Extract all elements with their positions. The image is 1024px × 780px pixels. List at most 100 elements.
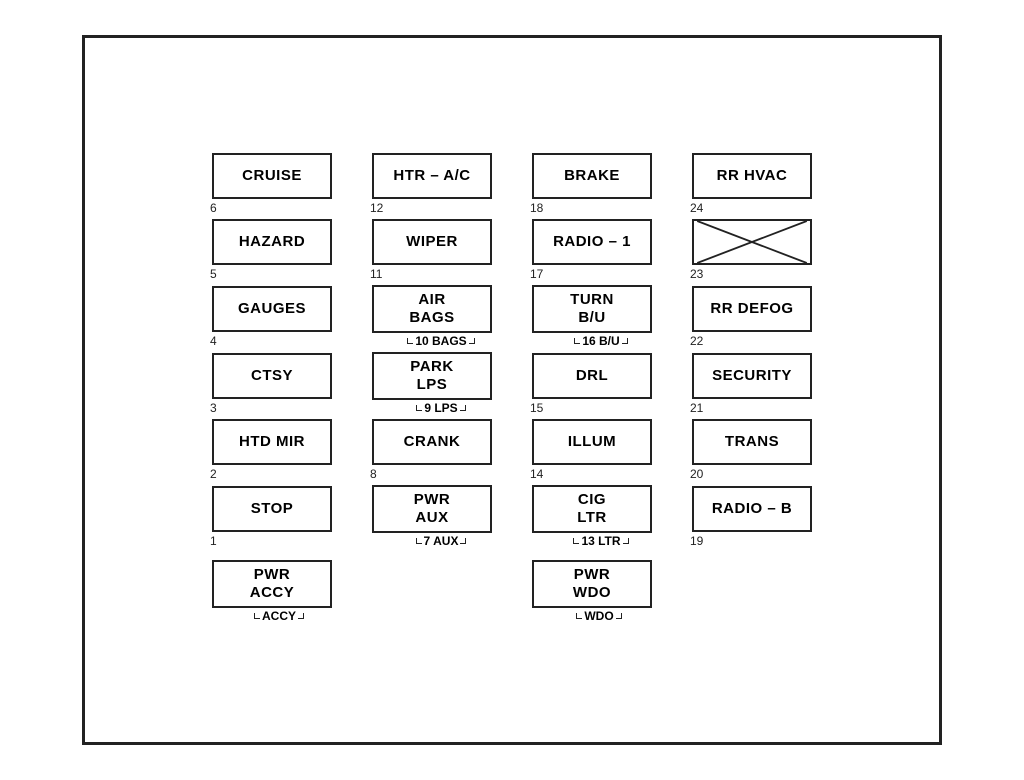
fuse-row-3: GAUGES 4 AIRBAGS 10 BAGS TURNB/U — [125, 285, 899, 352]
fuse-box-cigltr: CIGLTR — [532, 485, 652, 533]
fuse-label-wiper: WIPER — [406, 233, 458, 251]
fuse-label-drl: DRL — [576, 367, 608, 385]
fuse-number-stop: 1 — [192, 534, 217, 548]
fuse-label-security: SECURITY — [712, 367, 792, 385]
fuse-label-crank: CRANK — [404, 433, 461, 451]
fuse-box-park: PARKLPS — [372, 352, 492, 400]
fuse-label-park: PARKLPS — [410, 358, 453, 394]
fuse-number-cigltr: 13 LTR — [581, 534, 620, 548]
bracket-left-turn — [574, 338, 580, 344]
fuse-number-cruise: 6 — [192, 201, 217, 215]
bracket-left-cigltr — [573, 538, 579, 544]
fuse-box-airbags: AIRBAGS — [372, 285, 492, 333]
fuse-label-turn: TURNB/U — [570, 291, 614, 327]
fuse-number-rrdefog: 22 — [672, 334, 703, 348]
fuse-panel-diagram: CRUISE 6 HTR – A/C 12 BRAKE 18 RR HVAC — [82, 35, 942, 745]
fuse-cell-pwrwdo: PWRWDO WDO — [512, 560, 672, 623]
fuse-cell-htdmir: HTD MIR 2 — [192, 419, 352, 481]
bracket-right-airbags — [469, 338, 475, 344]
bracket-left-pwrwdo — [576, 613, 582, 619]
fuse-number-rr-hvac: 24 — [672, 201, 703, 215]
fuse-number-radiob: 19 — [672, 534, 703, 548]
fuse-cell-gauges: GAUGES 4 — [192, 286, 352, 348]
bracket-left-pwraccy — [254, 613, 260, 619]
fuse-grid: CRUISE 6 HTR – A/C 12 BRAKE 18 RR HVAC — [125, 153, 899, 627]
fuse-number-ctsy: 3 — [192, 401, 217, 415]
fuse-label-radiob: RADIO – B — [712, 500, 792, 518]
bracket-left-pwraux — [416, 538, 422, 544]
fuse-cell-empty: 23 — [672, 219, 832, 281]
fuse-number-park: 9 LPS — [424, 401, 457, 415]
fuse-label-radio1: RADIO – 1 — [553, 233, 631, 251]
fuse-box-cruise: CRUISE — [212, 153, 332, 199]
fuse-number-htdmir: 2 — [192, 467, 217, 481]
fuse-label-htr-ac: HTR – A/C — [393, 167, 470, 185]
fuse-cell-brake: BRAKE 18 — [512, 153, 672, 215]
fuse-box-pwrwdo: PWRWDO — [532, 560, 652, 608]
fuse-row-2: HAZARD 5 WIPER 11 RADIO – 1 17 — [125, 219, 899, 285]
fuse-cell-airbags: AIRBAGS 10 BAGS — [352, 285, 512, 348]
fuse-cell-cigltr: CIGLTR 13 LTR — [512, 485, 672, 548]
fuse-label-rr-hvac: RR HVAC — [717, 167, 788, 185]
fuse-box-radiob: RADIO – B — [692, 486, 812, 532]
fuse-box-trans: TRANS — [692, 419, 812, 465]
fuse-label-htdmir: HTD MIR — [239, 433, 305, 451]
fuse-cell-park: PARKLPS 9 LPS — [352, 352, 512, 415]
bracket-right-turn — [622, 338, 628, 344]
fuse-label-cruise: CRUISE — [242, 167, 302, 185]
fuse-box-turn: TURNB/U — [532, 285, 652, 333]
fuse-number-illum: 14 — [512, 467, 543, 481]
fuse-label-stop: STOP — [251, 500, 294, 518]
bracket-right-pwraccy — [298, 613, 304, 619]
fuse-row-1: CRUISE 6 HTR – A/C 12 BRAKE 18 RR HVAC — [125, 153, 899, 219]
fuse-box-brake: BRAKE — [532, 153, 652, 199]
fuse-row-5: HTD MIR 2 CRANK 8 ILLUM 14 TRANS — [125, 419, 899, 485]
fuse-cell-htr-ac: HTR – A/C 12 — [352, 153, 512, 215]
fuse-row-4: CTSY 3 PARKLPS 9 LPS DRL 15 — [125, 352, 899, 419]
fuse-number-brake: 18 — [512, 201, 543, 215]
fuse-box-htdmir: HTD MIR — [212, 419, 332, 465]
fuse-cell-ctsy: CTSY 3 — [192, 353, 352, 415]
fuse-cell-radio1: RADIO – 1 17 — [512, 219, 672, 281]
fuse-box-rrdefog: RR DEFOG — [692, 286, 812, 332]
fuse-label-pwrwdo: PWRWDO — [573, 566, 611, 602]
bracket-left-airbags — [407, 338, 413, 344]
fuse-number-trans: 20 — [672, 467, 703, 481]
fuse-box-pwraccy: PWRACCY — [212, 560, 332, 608]
fuse-box-drl: DRL — [532, 353, 652, 399]
bracket-right-park — [460, 405, 466, 411]
fuse-label-pwraux: PWRAUX — [414, 491, 451, 527]
fuse-box-radio1: RADIO – 1 — [532, 219, 652, 265]
bracket-left-park — [416, 405, 422, 411]
fuse-cell-illum: ILLUM 14 — [512, 419, 672, 481]
fuse-number-pwraux: 7 AUX — [424, 534, 459, 548]
fuse-number-drl: 15 — [512, 401, 543, 415]
fuse-label-cigltr: CIGLTR — [577, 491, 607, 527]
bracket-right-cigltr — [623, 538, 629, 544]
fuse-box-gauges: GAUGES — [212, 286, 332, 332]
fuse-label-airbags: AIRBAGS — [409, 291, 454, 327]
fuse-cell-pwraux: PWRAUX 7 AUX — [352, 485, 512, 548]
fuse-cell-stop: STOP 1 — [192, 486, 352, 548]
fuse-label-brake: BRAKE — [564, 167, 620, 185]
fuse-number-radio1: 17 — [512, 267, 543, 281]
fuse-box-htr-ac: HTR – A/C — [372, 153, 492, 199]
fuse-sublabel-pwrwdo: WDO — [584, 609, 613, 623]
fuse-row-bottom: PWRACCY ACCY PWRWDO WDO — [125, 560, 899, 627]
fuse-box-crank: CRANK — [372, 419, 492, 465]
fuse-box-security: SECURITY — [692, 353, 812, 399]
fuse-number-htr-ac: 12 — [352, 201, 383, 215]
fuse-cell-drl: DRL 15 — [512, 353, 672, 415]
fuse-cell-crank: CRANK 8 — [352, 419, 512, 481]
fuse-box-pwraux: PWRAUX — [372, 485, 492, 533]
fuse-cell-turn: TURNB/U 16 B/U — [512, 285, 672, 348]
fuse-number-security: 21 — [672, 401, 703, 415]
fuse-row-6: STOP 1 PWRAUX 7 AUX CIGLTR — [125, 485, 899, 552]
fuse-label-hazard: HAZARD — [239, 233, 305, 251]
fuse-cell-rrdefog: RR DEFOG 22 — [672, 286, 832, 348]
fuse-number-airbags: 10 BAGS — [415, 334, 466, 348]
fuse-box-rr-hvac: RR HVAC — [692, 153, 812, 199]
fuse-cell-rr-hvac: RR HVAC 24 — [672, 153, 832, 215]
fuse-cell-cruise: CRUISE 6 — [192, 153, 352, 215]
fuse-label-rrdefog: RR DEFOG — [710, 300, 793, 318]
